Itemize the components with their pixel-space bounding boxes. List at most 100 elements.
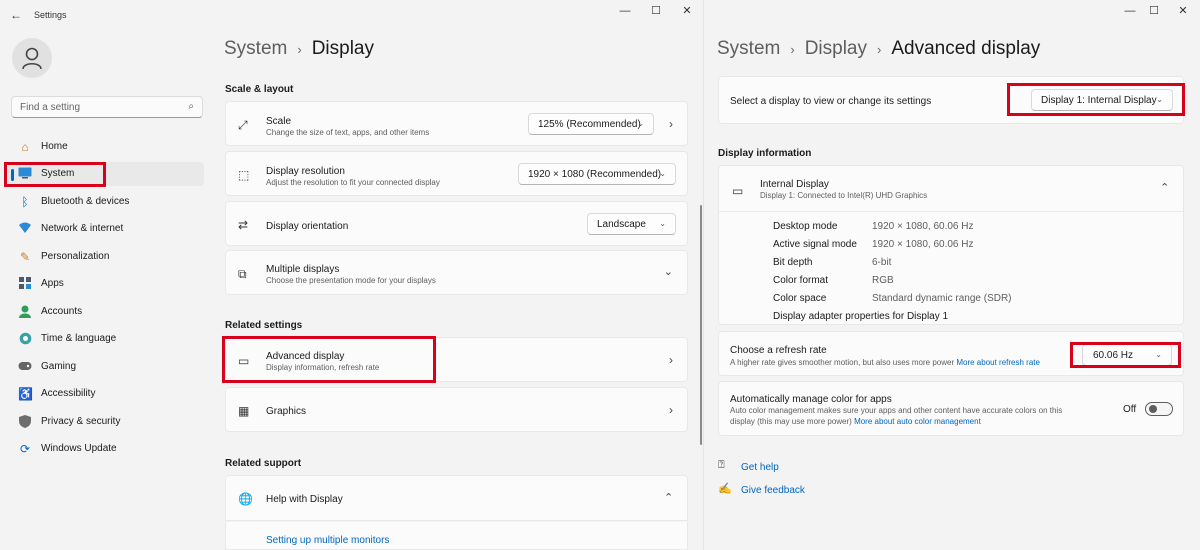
auto-color-toggle[interactable] [1145, 402, 1173, 416]
home-icon: ⌂ [21, 140, 29, 154]
sidebar-item-home[interactable]: ⌂ Home [8, 135, 204, 159]
breadcrumb-system[interactable]: System [224, 38, 287, 59]
select-display-label: Select a display to view or change its s… [730, 96, 932, 107]
info-label: Active signal mode [773, 239, 857, 250]
close-button[interactable]: ✕ [1174, 4, 1192, 18]
multiple-displays-card[interactable]: ⧉ Multiple displays Choose the presentat… [225, 250, 688, 295]
scale-icon: ⤢ [238, 118, 248, 132]
breadcrumb-current: Advanced display [891, 38, 1041, 59]
sidebar-item-label: Bluetooth & devices [41, 196, 130, 207]
more-about-auto-color-link[interactable]: More about auto color management [854, 417, 981, 426]
orientation-icon: ⇄ [238, 218, 249, 232]
sidebar-item-bluetooth[interactable]: ᛒ Bluetooth & devices [8, 190, 204, 214]
chevron-down-icon: ⌄ [659, 169, 666, 178]
chevron-right-icon[interactable]: › [669, 353, 673, 367]
sidebar-item-label: Windows Update [41, 443, 117, 454]
search-placeholder: Find a setting [20, 102, 81, 113]
sidebar-item-windows-update[interactable]: ⟳ Windows Update [8, 437, 204, 461]
card-title: Display orientation [266, 221, 349, 232]
page-title: System › Display [224, 38, 374, 60]
dropdown-value: Landscape [597, 219, 646, 230]
toggle-state-label: Off [1123, 404, 1137, 415]
sidebar-item-label: Apps [41, 278, 64, 289]
sidebar-item-label: Personalization [41, 251, 110, 262]
orientation-dropdown[interactable]: Landscape ⌄ [587, 213, 676, 235]
avatar[interactable] [12, 38, 52, 78]
sidebar-item-personalization[interactable]: ✎ Personalization [8, 245, 204, 269]
maximize-button[interactable]: ☐ [1145, 4, 1163, 18]
laptop-icon: ▭ [732, 184, 744, 198]
card-title: Choose a refresh rate [730, 345, 827, 356]
chevron-down-icon[interactable]: ⌄ [664, 265, 673, 278]
help-with-display-card[interactable]: 🌐 Help with Display ⌄ [225, 475, 688, 521]
scale-dropdown[interactable]: 125% (Recommended) ⌄ [528, 113, 654, 135]
graphics-card[interactable]: ▦ Graphics › [225, 387, 688, 432]
sidebar-item-accounts[interactable]: Accounts [8, 300, 204, 324]
network-icon [18, 222, 32, 236]
scale-card[interactable]: ⤢ Scale Change the size of text, apps, a… [225, 101, 688, 146]
card-title: Display resolution [266, 166, 345, 177]
chevron-right-icon[interactable]: › [669, 403, 673, 417]
sidebar-item-accessibility[interactable]: ♿ Accessibility [8, 382, 204, 406]
sidebar-item-time-language[interactable]: Time & language [8, 327, 204, 351]
orientation-card[interactable]: ⇄ Display orientation Landscape ⌄ [225, 201, 688, 246]
give-feedback-link[interactable]: Give feedback [741, 485, 805, 496]
sidebar-item-label: Privacy & security [41, 416, 121, 427]
card-subtitle: Change the size of text, apps, and other… [266, 128, 430, 137]
info-label: Bit depth [773, 257, 813, 268]
adapter-properties-link[interactable]: Display adapter properties for Display 1 [773, 311, 948, 322]
section-heading-related-settings: Related settings [225, 320, 303, 331]
card-subtitle: Adjust the resolution to fit your connec… [266, 178, 440, 187]
chevron-down-icon: ⌄ [637, 119, 644, 128]
feedback-icon: ✍ [718, 483, 732, 495]
card-subtitle: A higher rate gives smoother motion, but… [730, 358, 955, 367]
scrollbar[interactable] [700, 205, 702, 445]
card-subtitle: Choose the presentation mode for your di… [266, 276, 436, 285]
breadcrumb-system[interactable]: System [717, 38, 780, 59]
breadcrumb-display[interactable]: Display [805, 38, 867, 59]
breadcrumb-separator-icon: › [790, 42, 795, 57]
sidebar-item-privacy[interactable]: Privacy & security [8, 410, 204, 434]
dropdown-value: 1920 × 1080 (Recommended) [528, 169, 662, 180]
setting-up-monitors-link[interactable]: Setting up multiple monitors [266, 535, 389, 546]
help-expanded-panel: Setting up multiple monitors [225, 522, 688, 550]
highlight-box-system [4, 162, 106, 187]
close-button[interactable]: ✕ [678, 4, 696, 18]
info-value: RGB [872, 275, 894, 286]
chevron-up-icon[interactable]: ⌄ [664, 490, 673, 503]
get-help-link[interactable]: Get help [741, 462, 779, 473]
minimize-button[interactable]: — [1121, 4, 1139, 18]
sidebar-item-label: Accounts [41, 306, 83, 317]
sidebar-item-gaming[interactable]: Gaming [8, 355, 204, 379]
card-title: Graphics [266, 406, 307, 417]
auto-color-card: Automatically manage color for apps Auto… [718, 381, 1184, 436]
highlight-box-refresh-rate [1070, 342, 1181, 368]
highlight-box-display-select [1007, 83, 1185, 116]
gaming-icon [18, 360, 32, 374]
more-about-refresh-rate-link[interactable]: More about refresh rate [956, 358, 1040, 367]
minimize-button[interactable]: — [616, 4, 634, 18]
divider [719, 211, 1183, 212]
breadcrumb-separator-icon: › [877, 42, 882, 57]
sidebar-item-label: Home [41, 141, 68, 152]
search-icon[interactable]: ⌕ [188, 101, 194, 112]
sidebar-item-apps[interactable]: Apps [8, 272, 204, 296]
resolution-dropdown[interactable]: 1920 × 1080 (Recommended) ⌄ [518, 163, 676, 185]
chevron-up-icon[interactable]: ⌄ [1160, 180, 1169, 193]
maximize-button[interactable]: ☐ [647, 4, 665, 18]
sidebar-item-label: Gaming [41, 361, 77, 372]
display-connection: Display 1: Connected to Intel(R) UHD Gra… [760, 191, 928, 200]
info-label: Desktop mode [773, 221, 838, 232]
sidebar-item-network[interactable]: Network & internet [8, 217, 204, 241]
multiple-displays-icon: ⧉ [238, 267, 247, 281]
search-input[interactable]: Find a setting ⌕ [11, 96, 203, 118]
accounts-icon [18, 305, 32, 319]
update-icon: ⟳ [19, 442, 31, 456]
chevron-right-icon[interactable]: › [669, 117, 673, 131]
card-title: Scale [266, 116, 292, 127]
resolution-card[interactable]: ⬚ Display resolution Adjust the resoluti… [225, 151, 688, 196]
info-label: Color format [773, 275, 829, 286]
info-label: Color space [773, 293, 827, 304]
back-arrow-icon[interactable]: ← [10, 9, 24, 21]
bluetooth-icon: ᛒ [21, 195, 29, 209]
